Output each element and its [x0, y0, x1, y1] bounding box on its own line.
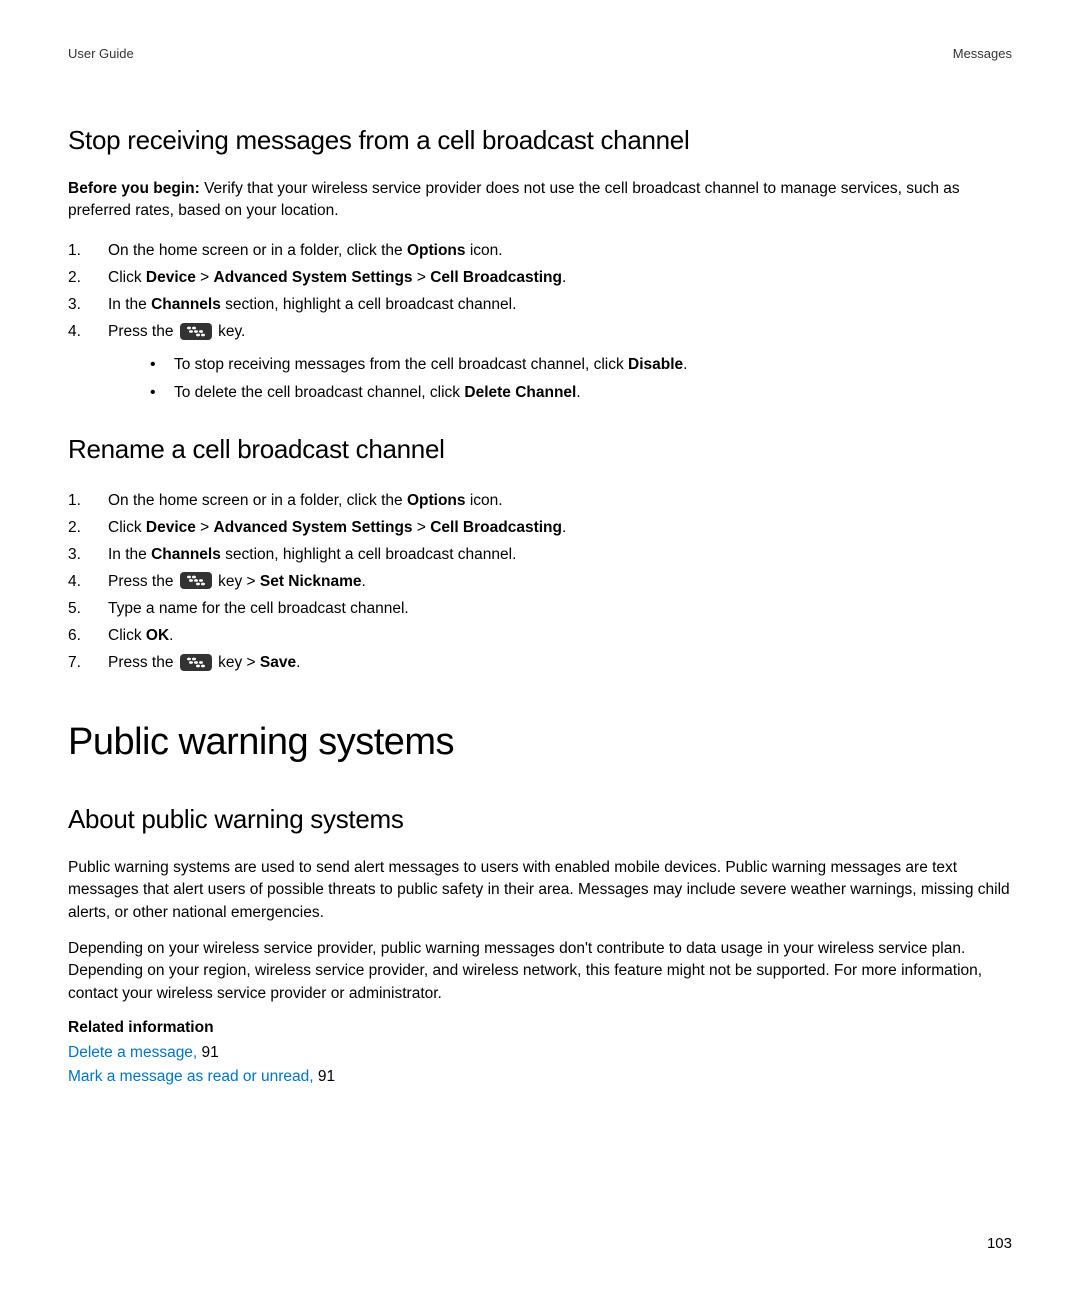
- text: section, highlight a cell broadcast chan…: [221, 296, 517, 313]
- heading-rename: Rename a cell broadcast channel: [68, 434, 1012, 465]
- text: In the: [108, 296, 151, 313]
- list-item: Click OK.: [68, 622, 1012, 649]
- text: key >: [214, 573, 260, 590]
- text: key >: [214, 654, 260, 671]
- steps-stop-receiving: On the home screen or in a folder, click…: [68, 237, 1012, 406]
- heading-public-warning: Public warning systems: [68, 721, 1012, 764]
- text: To stop receiving messages from the cell…: [174, 356, 628, 373]
- text: Click: [108, 269, 146, 286]
- related-heading: Related information: [68, 1019, 1012, 1037]
- text: In the: [108, 546, 151, 563]
- section-stop-receiving: Stop receiving messages from a cell broa…: [68, 125, 1012, 406]
- text-bold: Advanced System Settings: [214, 269, 413, 286]
- blackberry-key-icon: [180, 572, 212, 589]
- list-item: In the Channels section, highlight a cel…: [68, 291, 1012, 318]
- pws-para-1: Public warning systems are used to send …: [68, 857, 1012, 924]
- before-you-begin-para: Before you begin: Verify that your wirel…: [68, 178, 1012, 223]
- text-bold: Save: [260, 654, 296, 671]
- text: .: [576, 384, 580, 401]
- related-link-row: Delete a message, 91: [68, 1041, 1012, 1064]
- text-bold: Delete Channel: [464, 384, 576, 401]
- blackberry-key-icon: [180, 323, 212, 340]
- text-bold: Cell Broadcasting: [430, 269, 562, 286]
- link-page-ref: 91: [318, 1068, 335, 1085]
- text-bold: Set Nickname: [260, 573, 362, 590]
- text: >: [413, 519, 431, 536]
- text: Click: [108, 627, 146, 644]
- text-bold: OK: [146, 627, 169, 644]
- text-bold: Channels: [151, 546, 221, 563]
- link-delete-message[interactable]: Delete a message,: [68, 1044, 202, 1061]
- text-bold: Channels: [151, 296, 221, 313]
- text: Press the: [108, 323, 178, 340]
- text-bold: Options: [407, 492, 466, 509]
- text: On the home screen or in a folder, click…: [108, 492, 407, 509]
- list-item: Click Device > Advanced System Settings …: [68, 514, 1012, 541]
- text: To delete the cell broadcast channel, cl…: [174, 384, 464, 401]
- document-page: User Guide Messages Stop receiving messa…: [0, 0, 1080, 1156]
- text: Type a name for the cell broadcast chann…: [108, 600, 409, 617]
- list-item: To stop receiving messages from the cell…: [108, 351, 1012, 378]
- text-bold: Cell Broadcasting: [430, 519, 562, 536]
- text: key.: [214, 323, 246, 340]
- link-mark-read-unread[interactable]: Mark a message as read or unread,: [68, 1068, 318, 1085]
- text: >: [413, 269, 431, 286]
- text: .: [683, 356, 687, 373]
- sub-bullets: To stop receiving messages from the cell…: [108, 351, 1012, 405]
- header-right: Messages: [953, 46, 1012, 61]
- text: .: [562, 519, 566, 536]
- list-item: Type a name for the cell broadcast chann…: [68, 595, 1012, 622]
- list-item: On the home screen or in a folder, click…: [68, 487, 1012, 514]
- list-item: On the home screen or in a folder, click…: [68, 237, 1012, 264]
- section-about-pws: About public warning systems Public warn…: [68, 804, 1012, 1088]
- text-bold: Advanced System Settings: [214, 519, 413, 536]
- page-number: 103: [987, 1235, 1012, 1252]
- text: >: [196, 519, 214, 536]
- header-left: User Guide: [68, 46, 134, 61]
- text: icon.: [466, 242, 503, 259]
- text-bold: Disable: [628, 356, 683, 373]
- list-item: Press the key. To stop receiving message…: [68, 318, 1012, 405]
- steps-rename: On the home screen or in a folder, click…: [68, 487, 1012, 677]
- list-item: In the Channels section, highlight a cel…: [68, 541, 1012, 568]
- text: icon.: [466, 492, 503, 509]
- related-link-row: Mark a message as read or unread, 91: [68, 1065, 1012, 1088]
- text: On the home screen or in a folder, click…: [108, 242, 407, 259]
- before-label: Before you begin:: [68, 180, 204, 197]
- heading-about-pws: About public warning systems: [68, 804, 1012, 835]
- page-header: User Guide Messages: [68, 46, 1012, 61]
- related-info: Related information Delete a message, 91…: [68, 1019, 1012, 1088]
- list-item: Click Device > Advanced System Settings …: [68, 264, 1012, 291]
- list-item: Press the key > Save.: [68, 649, 1012, 676]
- text: section, highlight a cell broadcast chan…: [221, 546, 517, 563]
- text: Press the: [108, 654, 178, 671]
- text: .: [169, 627, 173, 644]
- text: Press the: [108, 573, 178, 590]
- list-item: Press the key > Set Nickname.: [68, 568, 1012, 595]
- list-item: To delete the cell broadcast channel, cl…: [108, 379, 1012, 406]
- text: >: [196, 269, 214, 286]
- heading-stop-receiving: Stop receiving messages from a cell broa…: [68, 125, 1012, 156]
- pws-para-2: Depending on your wireless service provi…: [68, 938, 1012, 1005]
- section-rename: Rename a cell broadcast channel On the h…: [68, 434, 1012, 677]
- text: Click: [108, 519, 146, 536]
- text-bold: Options: [407, 242, 466, 259]
- blackberry-key-icon: [180, 654, 212, 671]
- text: .: [362, 573, 366, 590]
- text-bold: Device: [146, 519, 196, 536]
- text: .: [296, 654, 300, 671]
- text: .: [562, 269, 566, 286]
- text-bold: Device: [146, 269, 196, 286]
- link-page-ref: 91: [202, 1044, 219, 1061]
